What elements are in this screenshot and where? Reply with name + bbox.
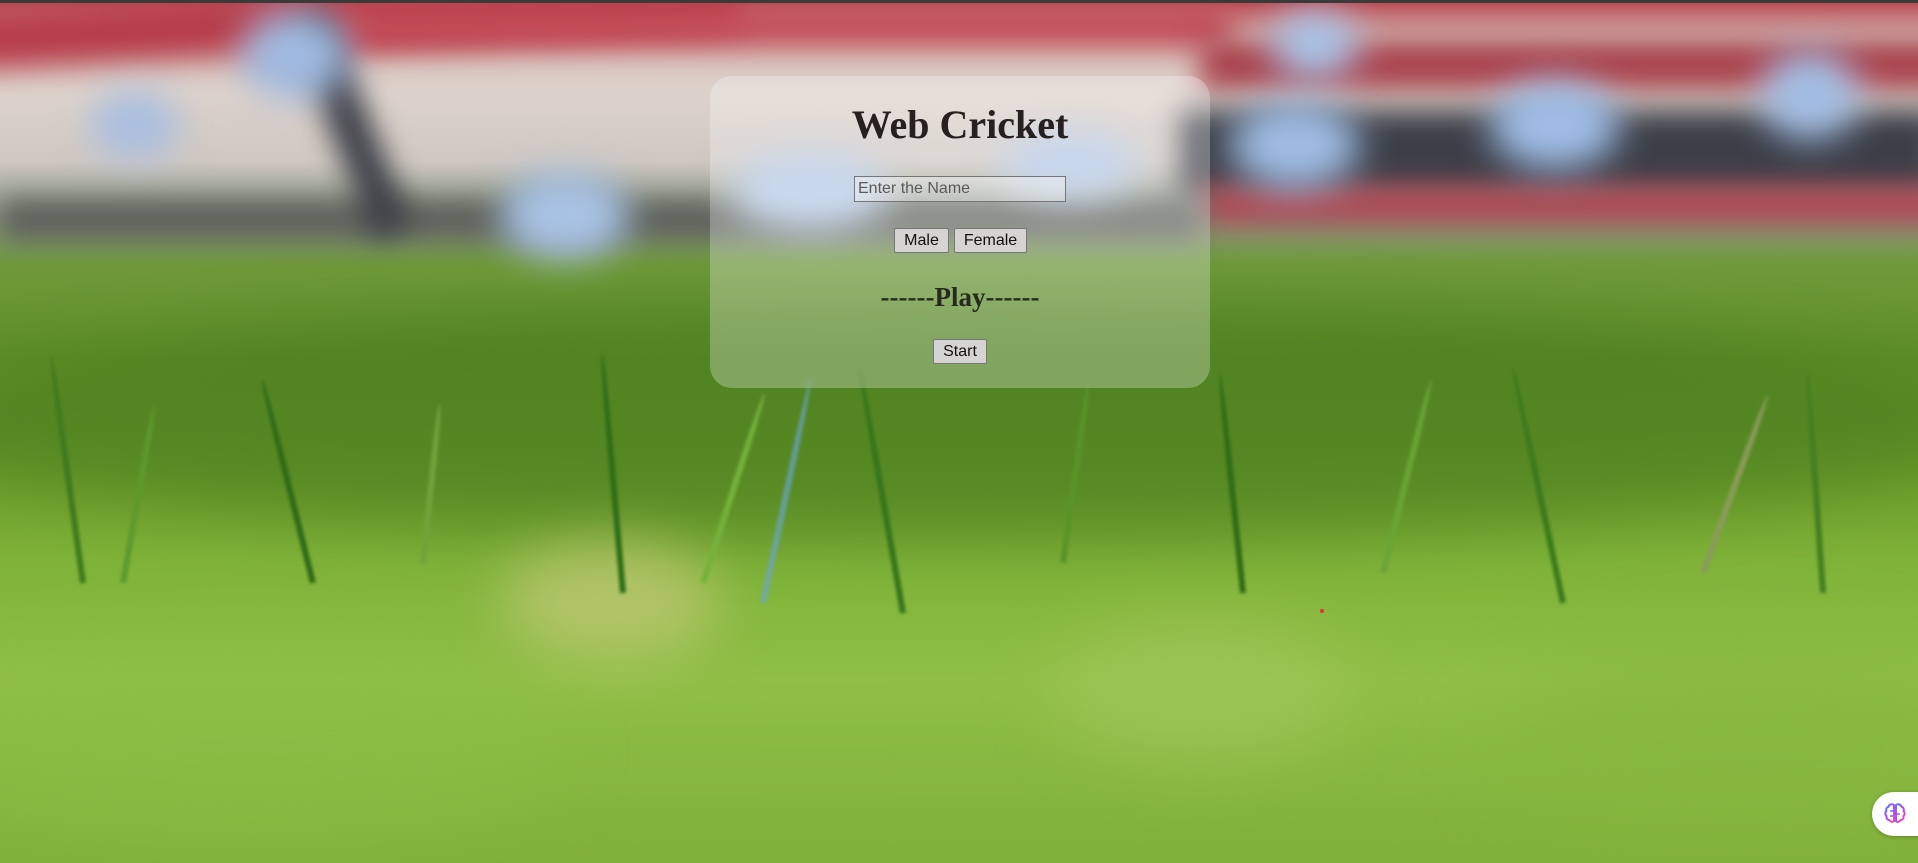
assistant-button[interactable] (1872, 792, 1918, 836)
female-button[interactable]: Female (954, 228, 1027, 253)
page-title: Web Cricket (851, 102, 1069, 147)
male-button[interactable]: Male (894, 228, 949, 253)
cursor-dot (1320, 609, 1324, 613)
login-panel: Web Cricket Male Female ------Play------… (710, 76, 1210, 388)
browser-top-edge (0, 0, 1918, 3)
start-button[interactable]: Start (933, 339, 987, 364)
name-input[interactable] (854, 176, 1066, 202)
play-heading: ------Play------ (880, 282, 1040, 312)
